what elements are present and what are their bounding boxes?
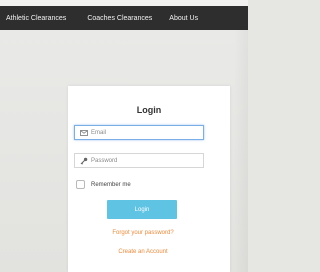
password-field[interactable]: Password xyxy=(74,153,204,168)
page-edge-shadow xyxy=(234,30,248,272)
email-placeholder: Email xyxy=(91,129,107,136)
key-icon xyxy=(79,156,89,166)
nav-item-athletic-clearances[interactable]: Athletic Clearances xyxy=(6,15,66,22)
remember-me-checkbox[interactable] xyxy=(76,180,85,189)
nav-spacer xyxy=(230,6,248,30)
password-placeholder: Password xyxy=(91,157,118,164)
remember-me-label: Remember me xyxy=(91,181,131,188)
remember-me-row: Remember me xyxy=(76,180,131,189)
nav-item-coaches-clearances[interactable]: Coaches Clearances xyxy=(87,15,152,22)
login-button[interactable]: Login xyxy=(107,200,177,219)
top-navigation-bar: Athletic Clearances Coaches Clearances A… xyxy=(0,6,248,30)
email-field[interactable]: Email xyxy=(74,125,204,140)
login-card: Login Email Password Remember me Login F… xyxy=(68,86,230,272)
create-account-link[interactable]: Create an Account xyxy=(68,249,218,255)
envelope-icon xyxy=(79,128,89,138)
forgot-password-link[interactable]: Forgot your password? xyxy=(68,230,218,236)
login-title: Login xyxy=(136,105,162,115)
nav-item-about-us[interactable]: About Us xyxy=(169,15,198,22)
